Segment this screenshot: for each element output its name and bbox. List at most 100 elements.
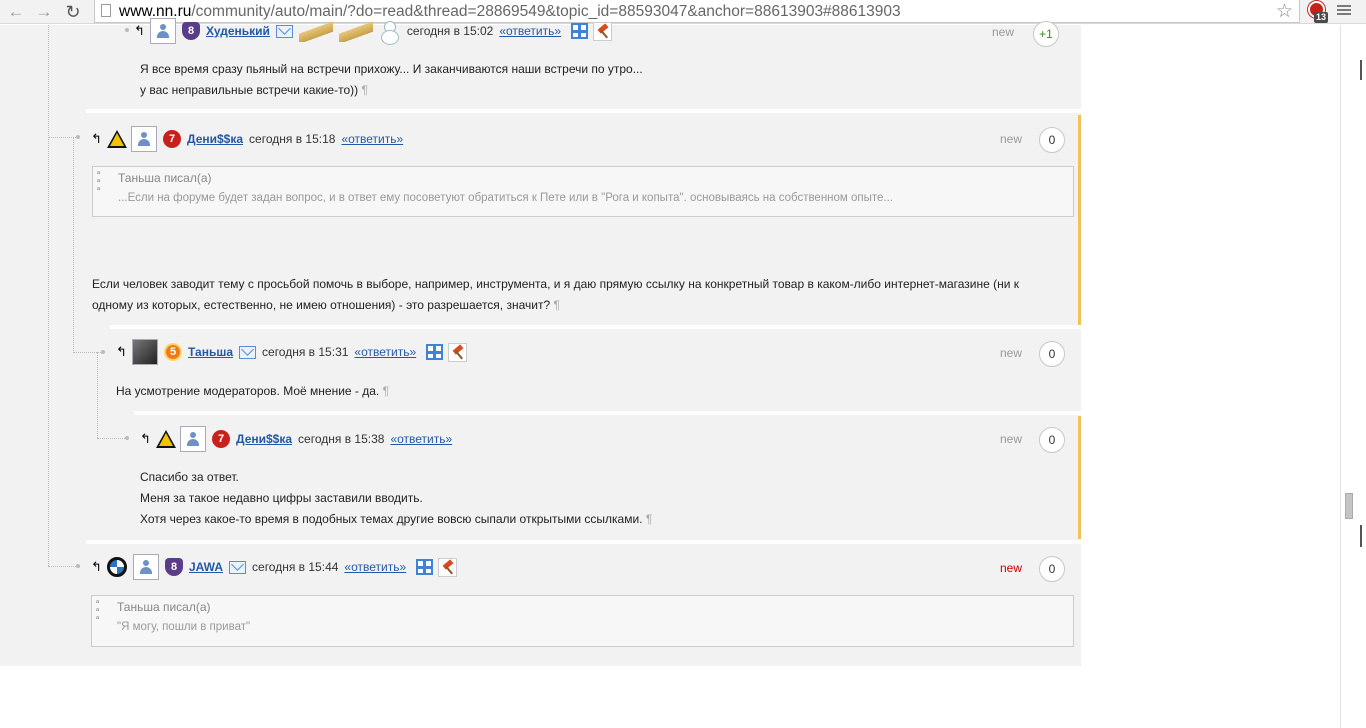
post-header: ↰ 8 Худенький сегодня в 15:02 «ответить»	[134, 18, 618, 45]
reply-link[interactable]: «ответить»	[390, 432, 452, 446]
post-line: у вас неправильные встречи какие-то)) ¶	[140, 80, 1040, 101]
back-icon[interactable]: ←	[6, 2, 26, 22]
pilcrow: ¶	[382, 384, 390, 398]
reply-arrow-icon[interactable]: ↰	[116, 344, 132, 360]
pilcrow: ¶	[553, 298, 560, 312]
scroll-marker	[1360, 60, 1362, 80]
reply-arrow-icon[interactable]: ↰	[140, 431, 156, 447]
vote-counter[interactable]: 0	[1039, 427, 1065, 453]
scrollbar[interactable]	[1340, 25, 1366, 728]
avatar[interactable]	[132, 339, 158, 365]
reply-arrow-icon[interactable]: ↰	[91, 131, 107, 147]
hammer-icon[interactable]	[438, 557, 458, 577]
gift-icon[interactable]	[571, 23, 589, 39]
vote-counter[interactable]: +1	[1033, 21, 1059, 47]
post-time: сегодня в 15:18	[249, 132, 336, 146]
post-line-text: у вас неправильные встречи какие-то))	[140, 83, 359, 97]
reply-link[interactable]: «ответить»	[354, 345, 416, 359]
reply-link[interactable]: «ответить»	[341, 132, 403, 146]
rank-badge-icon: 5	[164, 343, 182, 361]
menu-icon[interactable]	[1336, 3, 1352, 19]
page-icon	[101, 4, 111, 17]
star-icon[interactable]: ☆	[1276, 0, 1293, 23]
rank-badge-icon: 8	[165, 558, 183, 576]
quote-text: ...Если на форуме будет задан вопрос, и …	[118, 192, 894, 204]
url-path: /community/auto/main/?do=read&thread=288…	[191, 3, 901, 20]
post-body: Я все время сразу пьяный на встречи прих…	[140, 59, 1040, 101]
scroll-thumb[interactable]	[1345, 493, 1353, 519]
username-link[interactable]: Дени$$ка	[187, 132, 243, 146]
username-link[interactable]: JAWA	[189, 560, 223, 574]
rank-badge-icon: 7	[212, 430, 230, 448]
new-label: new	[1000, 432, 1023, 446]
post-line: Хотя через какое-то время в подобных тем…	[140, 509, 1040, 530]
adblock-badge: 13	[1314, 12, 1329, 23]
reply-link[interactable]: «ответить»	[344, 560, 406, 574]
hammer-icon[interactable]	[593, 21, 613, 41]
post-separator	[86, 109, 1081, 113]
pilcrow: ¶	[361, 83, 368, 97]
person-icon	[186, 432, 200, 446]
post-line: Я все время сразу пьяный на встречи прих…	[140, 62, 643, 76]
person-icon	[139, 560, 153, 574]
post-time: сегодня в 15:31	[262, 345, 349, 359]
mail-icon[interactable]	[239, 345, 257, 359]
mail-icon[interactable]	[229, 560, 247, 574]
post-time: сегодня в 15:44	[252, 560, 339, 574]
tree-dot-p4	[125, 436, 129, 440]
gift-icon[interactable]	[426, 344, 444, 360]
rank-badge-icon: 7	[163, 130, 181, 148]
vote-counter[interactable]: 0	[1039, 341, 1065, 367]
quote-text: "Я могу, пошли в приват"	[117, 621, 251, 633]
warning-icon	[156, 430, 176, 448]
post-separator	[86, 540, 1081, 544]
post-body: На усмотрение модераторов. Моё мнение - …	[116, 381, 1016, 402]
tree-dot-p2	[76, 135, 80, 139]
quote-author: Таньша писал(а)	[118, 171, 212, 185]
thread-area: ↰ 8 Худенький сегодня в 15:02 «ответить»…	[0, 18, 1081, 666]
candle-gift-icon	[338, 20, 373, 42]
reply-arrow-icon[interactable]: ↰	[134, 23, 150, 39]
pilcrow: ¶	[645, 512, 653, 526]
post-body: Спасибо за ответ. Меня за такое недавно …	[140, 467, 1040, 530]
reply-link[interactable]: «ответить»	[499, 24, 561, 38]
adblock-icon[interactable]: 13	[1307, 1, 1329, 23]
avatar[interactable]	[180, 426, 206, 452]
rank-badge-icon: 8	[182, 22, 200, 40]
mail-icon[interactable]	[275, 24, 293, 38]
post-1: ↰ 8 Худенький сегодня в 15:02 «ответить»…	[134, 18, 1081, 107]
post-5: ↰ 8 JAWA сегодня в 15:44 «ответить» new …	[86, 545, 1081, 666]
hammer-icon[interactable]	[448, 342, 468, 362]
quote-marks-icon: ᵃᵃᵃ	[96, 598, 99, 623]
tree-line-p3-branch	[97, 352, 98, 438]
new-label: new	[992, 25, 1015, 39]
post-time: сегодня в 15:38	[298, 432, 385, 446]
username-link[interactable]: Худенький	[206, 24, 270, 38]
avatar[interactable]	[150, 18, 176, 44]
reply-arrow-icon[interactable]: ↰	[91, 559, 107, 575]
username-link[interactable]: Таньша	[188, 345, 233, 359]
tree-line-root	[48, 25, 49, 566]
quote-author: Таньша писал(а)	[117, 600, 211, 614]
forward-icon[interactable]: →	[34, 2, 54, 22]
vote-counter[interactable]: 0	[1039, 556, 1065, 582]
new-label: new	[1000, 132, 1023, 146]
tree-line-p4	[97, 438, 127, 439]
vote-counter[interactable]: 0	[1039, 127, 1065, 153]
post-header: ↰ 7 Дени$$ка сегодня в 15:18 «ответить»	[91, 126, 413, 152]
username-link[interactable]: Дени$$ка	[236, 432, 292, 446]
post-header: ↰ 5 Таньша сегодня в 15:31 «ответить»	[116, 339, 473, 365]
post-3: ↰ 5 Таньша сегодня в 15:31 «ответить» ne…	[110, 330, 1081, 410]
post-header: ↰ 8 JAWA сегодня в 15:44 «ответить»	[91, 554, 463, 580]
post-text: На усмотрение модераторов. Моё мнение - …	[116, 384, 380, 398]
reload-icon[interactable]: ↻	[63, 2, 83, 22]
snowman-gift-icon	[379, 19, 399, 45]
gift-icon[interactable]	[416, 559, 434, 575]
post-line-text: Хотя через какое-то время в подобных тем…	[140, 512, 643, 526]
page-content: ↰ 8 Худенький сегодня в 15:02 «ответить»…	[0, 18, 1366, 728]
tree-line-p3	[73, 352, 103, 353]
avatar[interactable]	[131, 126, 157, 152]
avatar[interactable]	[133, 554, 159, 580]
tree-dot-p5	[76, 564, 80, 568]
tree-line-p5	[48, 566, 78, 567]
